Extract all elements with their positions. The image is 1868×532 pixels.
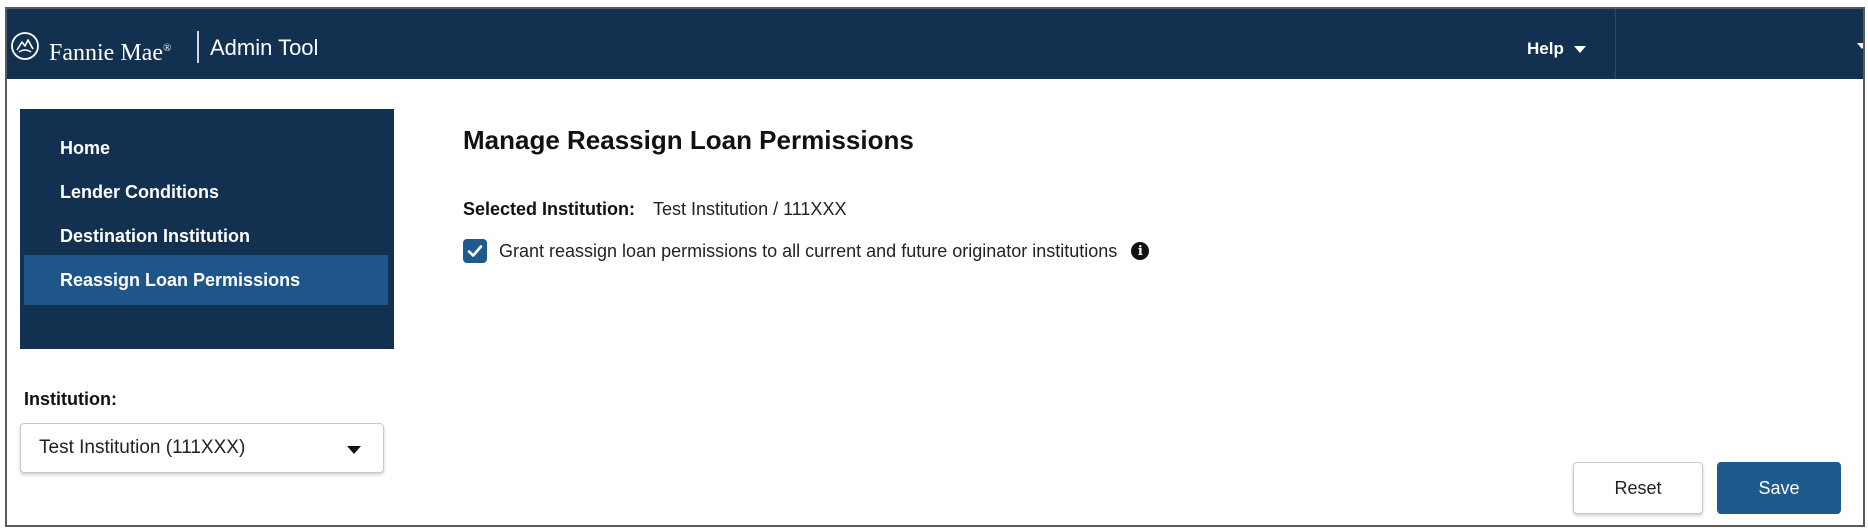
selected-institution-label: Selected Institution: xyxy=(463,199,636,219)
sidebar-item-destination-institution[interactable]: Destination Institution xyxy=(24,211,388,261)
header-separator xyxy=(1615,9,1616,79)
fannie-mae-logo-icon xyxy=(11,32,39,60)
sidebar-item-label: Home xyxy=(60,137,111,158)
institution-label: Institution: xyxy=(24,389,117,409)
brand-divider xyxy=(197,31,199,63)
help-label: Help xyxy=(1527,39,1564,58)
selected-institution-value: Test Institution / 111XXX xyxy=(653,199,847,219)
page-title: Manage Reassign Loan Permissions xyxy=(463,125,914,155)
help-menu[interactable]: Help xyxy=(1527,39,1586,59)
info-icon[interactable]: i xyxy=(1131,242,1150,260)
user-menu-chevron-icon[interactable] xyxy=(1857,43,1863,49)
sidebar-item-lender-conditions[interactable]: Lender Conditions xyxy=(24,167,388,217)
sidebar-item-reassign-loan-permissions[interactable]: Reassign Loan Permissions xyxy=(24,255,388,305)
save-button[interactable]: Save xyxy=(1717,462,1841,514)
grant-permissions-checkbox[interactable] xyxy=(463,239,487,263)
grant-permissions-label: Grant reassign loan permissions to all c… xyxy=(499,240,1118,261)
sidebar-nav: Home Lender Conditions Destination Insti… xyxy=(20,109,394,349)
sidebar-item-label: Destination Institution xyxy=(60,225,250,246)
grant-permissions-row: Grant reassign loan permissions to all c… xyxy=(463,239,1150,263)
institution-select[interactable]: Test Institution (111XXX) xyxy=(20,423,384,473)
sidebar-item-home[interactable]: Home xyxy=(24,123,388,173)
app-name: Admin Tool xyxy=(210,35,319,60)
chevron-down-icon xyxy=(347,446,361,454)
checkmark-icon xyxy=(467,245,483,257)
top-header: Fannie Mae® Admin Tool Help xyxy=(7,9,1863,79)
app-window: Fannie Mae® Admin Tool Help Home Lender … xyxy=(5,7,1865,527)
sidebar-item-label: Lender Conditions xyxy=(60,181,219,202)
institution-selected-value: Test Institution (111XXX) xyxy=(39,437,246,458)
reset-button[interactable]: Reset xyxy=(1573,462,1703,514)
brand-name[interactable]: Fannie Mae® xyxy=(49,35,171,66)
chevron-down-icon xyxy=(1573,45,1586,53)
sidebar-item-label: Reassign Loan Permissions xyxy=(60,269,301,290)
selected-institution: Selected Institution: Test Institution /… xyxy=(463,199,846,220)
